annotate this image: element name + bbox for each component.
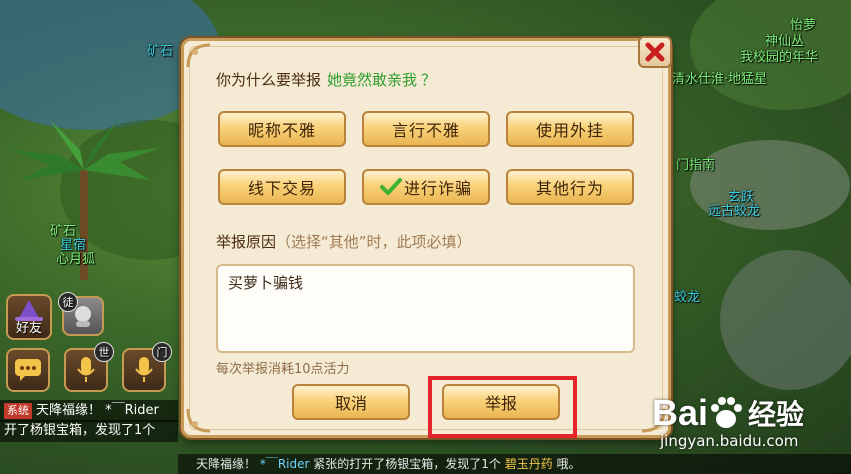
ticker-end: 哦。 — [556, 457, 581, 471]
apprentice-button[interactable]: 徒 — [58, 292, 104, 336]
wizard-hat-icon — [15, 300, 43, 321]
reason-button-cheat[interactable]: 使用外挂 — [506, 111, 634, 147]
ticker-text: 紧张的打开了杨银宝箱，发现了1个 — [313, 457, 501, 471]
chat-button[interactable] — [6, 348, 50, 392]
ticker-item: 碧玉丹药 — [504, 457, 553, 471]
watermark-brand-cn: 经验 — [748, 398, 805, 431]
world-label-npc: 清水仕淮·地猛星 — [672, 72, 768, 87]
report-question: 你为什么要举报 她竟然敢亲我？ — [216, 69, 436, 90]
reason-textarea[interactable]: 买萝卜骗钱 — [216, 264, 635, 353]
watermark-brand: Bai — [652, 392, 709, 433]
checkmark-icon — [379, 178, 402, 195]
sect-voice-badge: 门 — [152, 342, 172, 362]
reason-field-label: 举报原因（选择“其他”时，此项必填） — [216, 231, 472, 252]
reason-label: 其他行为 — [535, 179, 604, 198]
tutorial-highlight-box — [428, 376, 577, 438]
reason-label-text: 举报原因 — [216, 233, 277, 251]
watermark-url: jingyan.baidu.com — [660, 432, 799, 450]
friends-button[interactable]: 好友 — [6, 294, 52, 340]
reported-player-name: 她竟然敢亲我 — [327, 71, 418, 89]
cancel-button[interactable]: 取消 — [292, 384, 410, 420]
reason-hint: （选择“其他”时，此项必填） — [276, 233, 472, 251]
apprentice-badge: 徒 — [58, 292, 78, 312]
reason-button-other[interactable]: 其他行为 — [506, 169, 634, 205]
reason-label: 言行不雅 — [391, 121, 460, 140]
cancel-label: 取消 — [334, 394, 367, 413]
chat-line-text: 开了杨银宝箱，发现了1个 — [4, 423, 156, 438]
world-label-npc: 蛟龙 — [674, 290, 701, 305]
close-x-icon — [645, 42, 665, 62]
world-label-pet-name: 心月狐 — [56, 252, 96, 267]
sect-voice-button[interactable]: 门 — [122, 342, 172, 392]
world-label-npc: 门指南 — [676, 158, 716, 173]
microphone-icon — [77, 357, 95, 382]
question-mark: ？ — [421, 71, 437, 89]
chat-bubble-icon — [15, 359, 41, 381]
system-tag: 系统 — [4, 403, 32, 419]
reason-label: 进行诈骗 — [403, 179, 472, 198]
reason-button-nickname[interactable]: 昵称不雅 — [218, 111, 346, 147]
chat-line-text: 天降福缘！ *￣Rider — [36, 403, 159, 418]
chat-line[interactable]: 开了杨银宝箱，发现了1个 — [0, 420, 178, 442]
system-ticker: 天降福缘！ *￣Rider 紧张的打开了杨银宝箱，发现了1个 碧玉丹药 哦。 — [178, 454, 851, 474]
ticker-prefix: 天降福缘！ — [196, 457, 257, 471]
reason-label: 使用外挂 — [535, 121, 604, 140]
world-label-npc: 远古蛟龙 — [708, 204, 761, 219]
world-voice-button[interactable]: 世 — [64, 342, 114, 392]
ticker-player: *￣Rider — [259, 457, 310, 471]
baidu-jingyan-watermark: Bai 经验 jingyan.baidu.com — [652, 392, 842, 450]
world-label-npc: 我校园的年华 — [740, 50, 819, 65]
reason-button-offline-trade[interactable]: 线下交易 — [218, 169, 346, 205]
rock-formation — [720, 250, 851, 390]
microphone-icon — [135, 357, 153, 382]
reason-label: 昵称不雅 — [247, 121, 316, 140]
question-prefix: 你为什么要举报 — [216, 71, 322, 89]
reason-label: 线下交易 — [247, 179, 316, 198]
paw-logo-icon — [711, 397, 743, 428]
cost-note: 每次举报消耗10点活力 — [216, 362, 350, 377]
reason-button-fraud[interactable]: 进行诈骗 — [362, 169, 490, 205]
chat-line[interactable]: 系统 天降福缘！ *￣Rider — [0, 400, 178, 422]
world-label-ore: 矿石 — [147, 44, 174, 59]
corner-ornament-icon — [186, 43, 211, 68]
world-voice-badge: 世 — [94, 342, 114, 362]
reason-button-speech[interactable]: 言行不雅 — [362, 111, 490, 147]
reason-text: 买萝卜骗钱 — [228, 274, 304, 292]
close-button[interactable] — [638, 36, 672, 68]
corner-ornament-icon — [186, 408, 211, 433]
